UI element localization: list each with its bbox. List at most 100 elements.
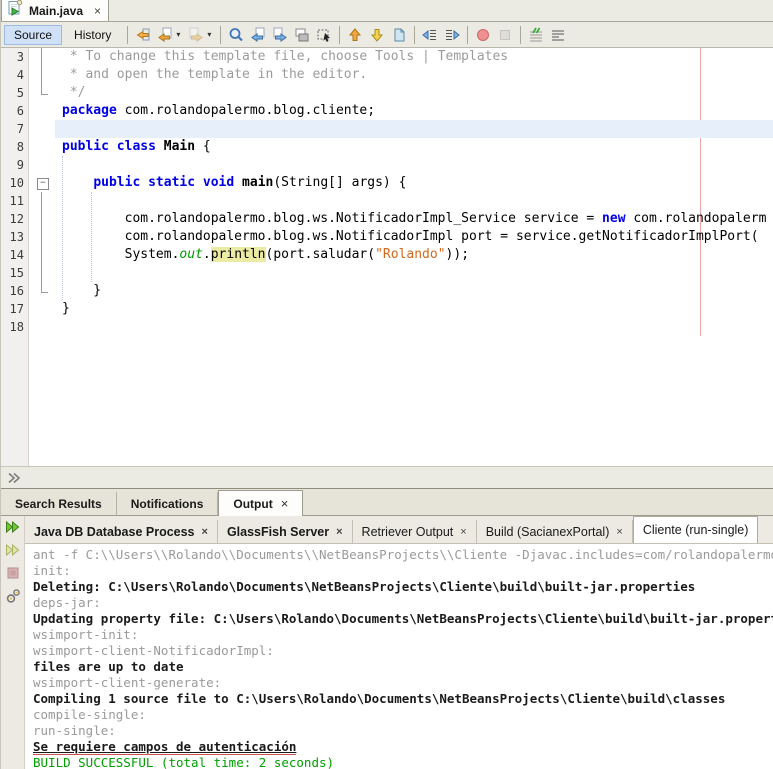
- console-line: wsimport-init:: [33, 627, 139, 642]
- output-tab-close-icon[interactable]: ×: [202, 526, 208, 538]
- code-line[interactable]: [55, 120, 773, 138]
- stop-build-icon[interactable]: [4, 564, 22, 582]
- shift-left-icon[interactable]: [419, 24, 441, 46]
- code-line[interactable]: System.out.println(port.saludar("Rolando…: [55, 246, 773, 264]
- window-tab-output[interactable]: Output ×: [218, 490, 304, 516]
- line-number[interactable]: 9: [1, 156, 28, 174]
- line-number[interactable]: 18: [1, 318, 28, 336]
- last-edit-location-icon[interactable]: [132, 24, 154, 46]
- console-line: ant -f C:\\Users\\Rolando\\Documents\\Ne…: [33, 547, 773, 562]
- find-selection-icon[interactable]: [225, 24, 247, 46]
- previous-bookmark-icon[interactable]: [344, 24, 366, 46]
- line-number[interactable]: 4: [1, 66, 28, 84]
- ant-settings-icon[interactable]: [4, 587, 22, 605]
- code-line[interactable]: [55, 318, 773, 336]
- output-tab-glassfish-server[interactable]: GlassFish Server ×: [218, 520, 353, 543]
- window-tab-search-results[interactable]: Search Results: [1, 492, 117, 515]
- console-link-line[interactable]: Se requiere campos de autenticación: [33, 739, 773, 755]
- rerun-with-different-parameters-icon[interactable]: [4, 541, 22, 559]
- output-tab-close-icon[interactable]: ×: [460, 526, 466, 538]
- code-token: package: [62, 103, 117, 118]
- line-number[interactable]: 5: [1, 84, 28, 102]
- line-number[interactable]: 3: [1, 48, 28, 66]
- breadcrumb-chevron-icon[interactable]: [5, 469, 23, 487]
- back-icon[interactable]: [154, 24, 176, 46]
- code-line[interactable]: }: [55, 282, 773, 300]
- output-console[interactable]: ant -f C:\\Users\\Rolando\\Documents\\Ne…: [25, 544, 773, 769]
- output-tab-label: Cliente (run-single): [642, 523, 749, 537]
- dropdown-caret-icon[interactable]: ▾: [207, 30, 216, 39]
- rerun-icon[interactable]: [4, 518, 22, 536]
- source-view-button[interactable]: Source: [4, 24, 63, 45]
- line-number[interactable]: 16: [1, 282, 28, 300]
- code-line[interactable]: */: [55, 84, 773, 102]
- code-line[interactable]: public static void main(String[] args) {: [55, 174, 773, 192]
- toggle-highlight-search-icon[interactable]: [291, 24, 313, 46]
- code-line[interactable]: }: [55, 300, 773, 318]
- console-line: wsimport-client-NotificadorImpl:: [33, 643, 274, 658]
- window-tab-label: Notifications: [130, 496, 204, 511]
- uncomment-icon[interactable]: [547, 24, 569, 46]
- file-tab-close-icon[interactable]: ×: [94, 4, 101, 18]
- find-next-occurrence-icon[interactable]: [269, 24, 291, 46]
- line-number[interactable]: 13: [1, 228, 28, 246]
- rectangular-selection-icon[interactable]: [313, 24, 335, 46]
- output-tab-cliente-run-single-[interactable]: Cliente (run-single): [632, 516, 759, 543]
- line-number[interactable]: 8: [1, 138, 28, 156]
- output-tab-java-db-database-process[interactable]: Java DB Database Process ×: [25, 520, 218, 543]
- code-token: static: [148, 175, 196, 190]
- line-number[interactable]: 10: [1, 174, 28, 192]
- dropdown-caret-icon[interactable]: ▾: [176, 30, 185, 39]
- console-line: BUILD SUCCESSFUL (total time: 2 seconds): [33, 755, 335, 769]
- code-line[interactable]: package com.rolandopalermo.blog.cliente;: [55, 102, 773, 120]
- start-macro-recording-icon[interactable]: [472, 24, 494, 46]
- next-bookmark-icon[interactable]: [366, 24, 388, 46]
- code-line[interactable]: public class Main {: [55, 138, 773, 156]
- code-line[interactable]: [55, 156, 773, 174]
- line-number-gutter[interactable]: 3 4 5 6 7 8 9 10 11 12 13 14 15 16 17 18: [1, 48, 29, 466]
- forward-icon[interactable]: [185, 24, 207, 46]
- console-line: files are up to date: [33, 659, 184, 674]
- comment-icon[interactable]: [525, 24, 547, 46]
- window-tab-notifications[interactable]: Notifications: [117, 492, 219, 515]
- line-number[interactable]: 17: [1, 300, 28, 318]
- line-number[interactable]: 14: [1, 246, 28, 264]
- fold-margin-cell: [29, 138, 55, 156]
- output-tab-close-icon[interactable]: ×: [616, 526, 622, 538]
- file-tab-main-java[interactable]: Main.java ×: [1, 0, 110, 21]
- code-area[interactable]: * To change this template file, choose T…: [55, 48, 773, 466]
- line-number[interactable]: 15: [1, 264, 28, 282]
- code-editor[interactable]: 3456789101112131415161718 * To change th…: [1, 48, 773, 466]
- code-line[interactable]: com.rolandopalermo.blog.ws.NotificadorIm…: [55, 228, 773, 246]
- toggle-bookmark-icon[interactable]: [388, 24, 410, 46]
- editor-tab-bar: Main.java ×: [1, 0, 773, 22]
- line-number[interactable]: 11: [1, 192, 28, 210]
- window-tab-close-icon[interactable]: ×: [281, 496, 289, 511]
- code-line[interactable]: [55, 264, 773, 282]
- code-token: * To change this template file, choose T…: [62, 49, 509, 64]
- fold-margin-cell: [29, 264, 55, 282]
- history-view-button[interactable]: History: [64, 25, 121, 45]
- toolbar-separator: [220, 25, 222, 44]
- output-panel: Java DB Database Process × GlassFish Serve…: [1, 516, 773, 769]
- code-line[interactable]: com.rolandopalermo.blog.ws.NotificadorIm…: [55, 210, 773, 228]
- console-link-text[interactable]: Se requiere campos de autenticación: [33, 739, 297, 755]
- output-tab-retriever-output[interactable]: Retriever Output ×: [353, 520, 477, 543]
- code-line[interactable]: * To change this template file, choose T…: [55, 48, 773, 66]
- stop-macro-recording-icon[interactable]: [494, 24, 516, 46]
- editor-toolbar: Source History ▾ ▾: [1, 22, 773, 48]
- code-fold-margin[interactable]: [29, 48, 55, 466]
- code-fold-toggle[interactable]: [29, 174, 55, 192]
- line-number[interactable]: 6: [1, 102, 28, 120]
- fold-margin-cell: [29, 48, 55, 66]
- code-line[interactable]: [55, 192, 773, 210]
- line-number[interactable]: 7: [1, 120, 28, 138]
- code-token: class: [116, 139, 156, 154]
- find-previous-occurrence-icon[interactable]: [247, 24, 269, 46]
- output-tab-close-icon[interactable]: ×: [336, 526, 342, 538]
- line-number[interactable]: 12: [1, 210, 28, 228]
- output-tab-build-sacianexportal-[interactable]: Build (SacianexPortal) ×: [477, 520, 633, 543]
- code-line[interactable]: * and open the template in the editor.: [55, 66, 773, 84]
- shift-right-icon[interactable]: [441, 24, 463, 46]
- code-token: .: [202, 247, 211, 262]
